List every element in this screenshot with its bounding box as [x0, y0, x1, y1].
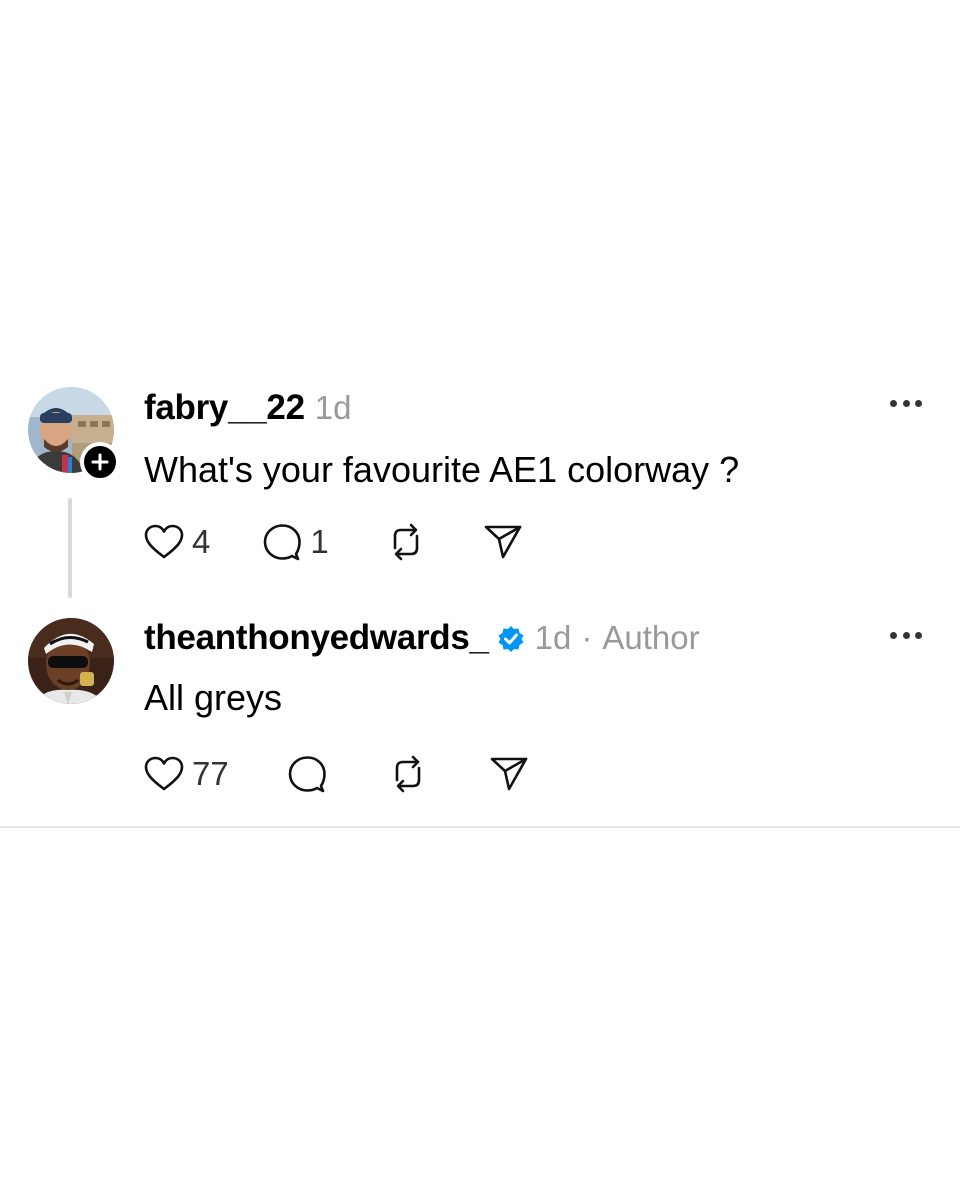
- heart-icon: [144, 524, 184, 559]
- username[interactable]: theanthonyedwards_: [144, 618, 489, 658]
- author-label: Author: [602, 619, 700, 656]
- like-count: 77: [192, 755, 229, 792]
- post-header: fabry__22 1d: [144, 388, 351, 432]
- post-time: 1d: [314, 389, 352, 426]
- post: theanthonyedwards_ 1d · Author All greys…: [0, 612, 960, 812]
- reply-button[interactable]: [287, 755, 327, 793]
- repost-icon: [393, 523, 419, 561]
- repost-button[interactable]: [387, 754, 429, 794]
- like-count: 4: [192, 523, 211, 560]
- send-icon: [490, 757, 528, 791]
- share-button[interactable]: [483, 523, 523, 561]
- send-icon: [484, 525, 522, 559]
- post-time: 1d: [534, 619, 572, 656]
- more-icon[interactable]: [890, 398, 922, 408]
- follow-button[interactable]: [80, 442, 120, 482]
- plus-icon: [91, 453, 109, 471]
- reply-count: 1: [310, 523, 329, 560]
- post-text: All greys: [144, 677, 283, 718]
- avatar[interactable]: [28, 618, 114, 704]
- like-button[interactable]: 77: [144, 755, 229, 793]
- comment-icon: [288, 756, 326, 793]
- post-header: theanthonyedwards_ 1d · Author: [144, 618, 700, 662]
- username[interactable]: fabry__22: [144, 388, 305, 428]
- share-button[interactable]: [489, 755, 529, 793]
- divider: [0, 826, 960, 828]
- reply-button[interactable]: 1: [262, 523, 329, 561]
- verified-badge-icon: [497, 625, 525, 658]
- meta-separator: ·: [581, 619, 593, 656]
- post: fabry__22 1d What's your favourite AE1 c…: [0, 380, 960, 580]
- more-icon[interactable]: [890, 630, 922, 640]
- repost-button[interactable]: [385, 522, 427, 562]
- heart-icon: [144, 756, 184, 791]
- comment-icon: [264, 524, 302, 561]
- threads-reply-view: fabry__22 1d What's your favourite AE1 c…: [0, 0, 960, 1200]
- repost-icon: [395, 755, 421, 793]
- action-bar: 4 1: [144, 522, 523, 562]
- thread-line: [68, 498, 72, 598]
- post-text: What's your favourite AE1 colorway ?: [144, 449, 740, 490]
- action-bar: 77: [144, 754, 529, 794]
- like-button[interactable]: 4: [144, 523, 210, 561]
